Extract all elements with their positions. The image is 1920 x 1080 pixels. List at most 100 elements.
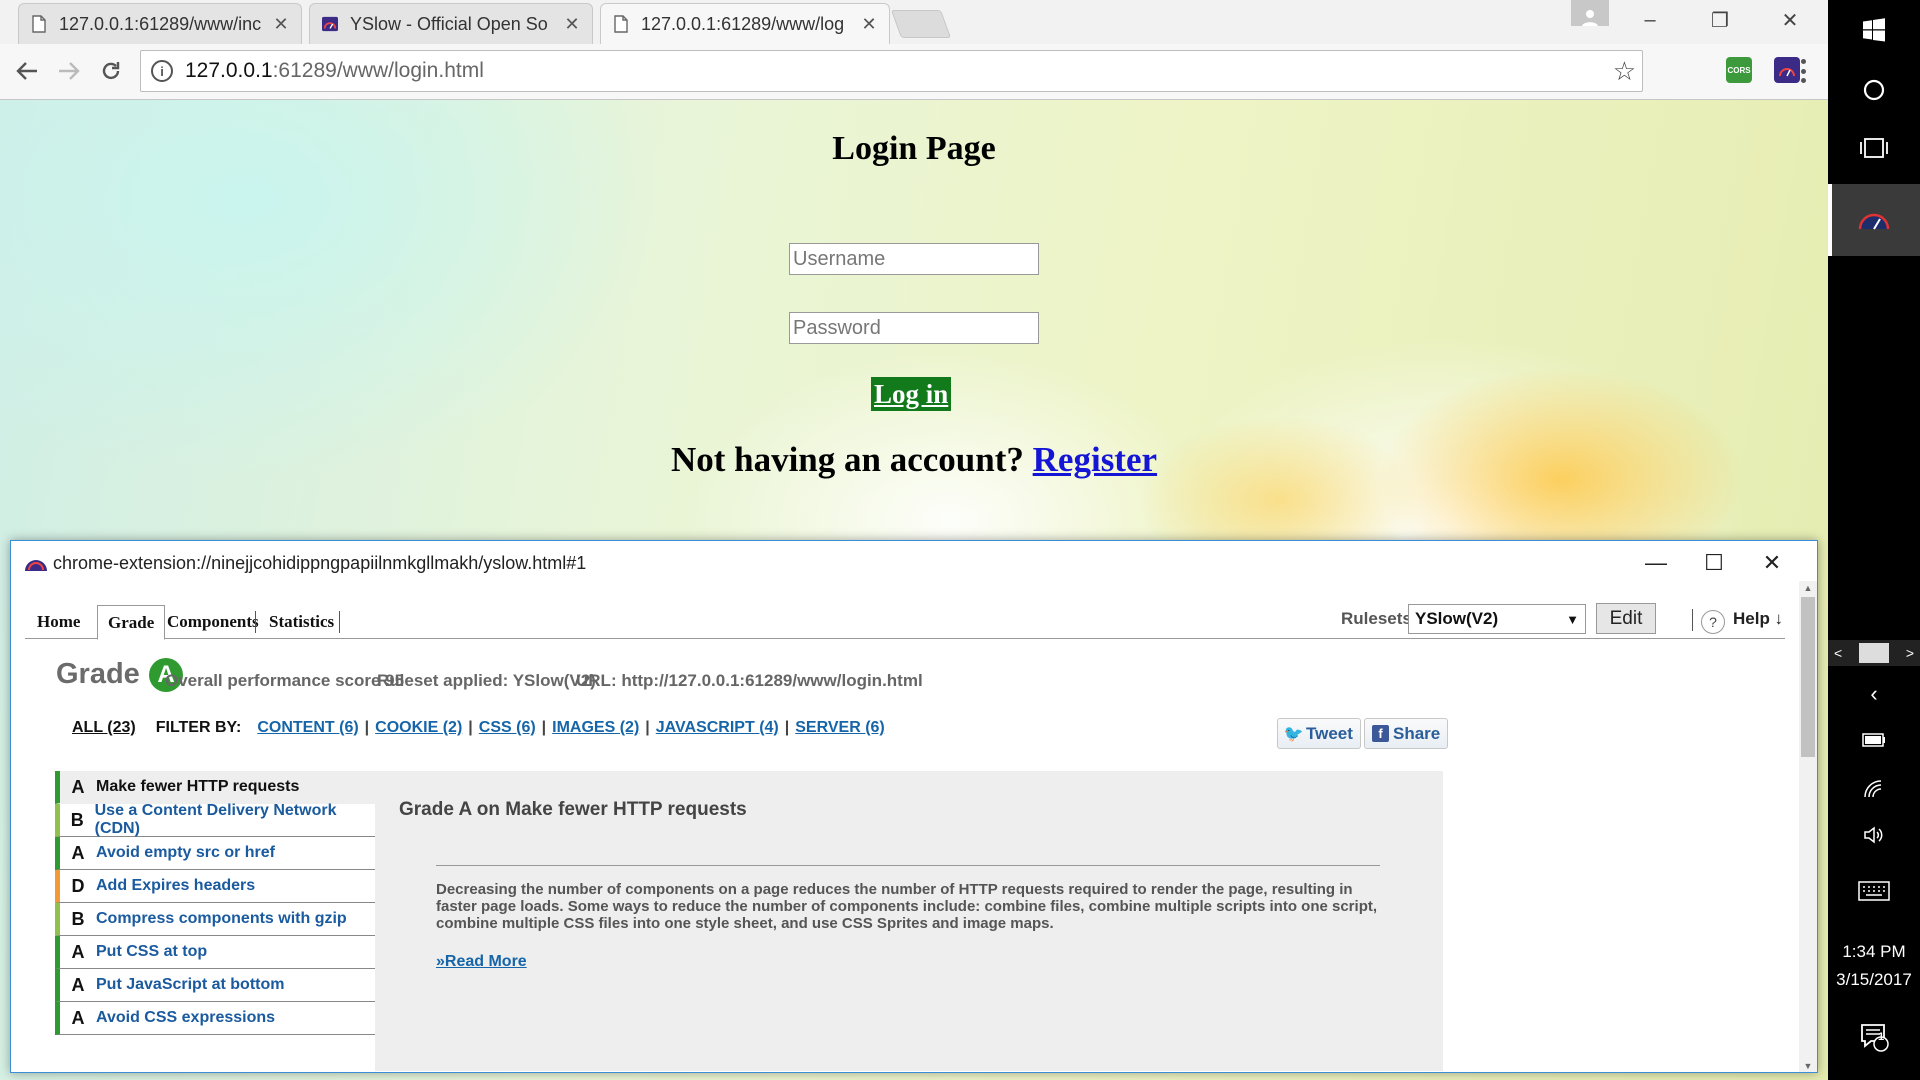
bookmark-star-icon[interactable]: ☆ [1613,56,1636,87]
scroll-down-icon[interactable]: ▼ [1799,1059,1817,1072]
page-url: URL: http://127.0.0.1:61289/www/login.ht… [576,671,923,690]
rule-grade: A [71,1007,85,1028]
yslow-icon [25,560,47,571]
browser-tab-yslow[interactable]: YSlow - Official Open So ✕ [309,3,593,44]
url-text: 127.0.0.1:61289/www/login.html [185,59,484,82]
forward-button[interactable] [54,56,84,86]
yslow-titlebar: chrome-extension://ninejjcohidippngpapii… [11,541,1817,585]
password-input[interactable] [789,312,1039,344]
tab-divider [339,611,340,633]
tab-home[interactable]: Home [27,605,90,639]
clock-time[interactable]: 1:34 PM [1828,942,1920,962]
facebook-icon: f [1372,725,1389,742]
vertical-scrollbar[interactable]: ▲ ▼ [1799,581,1817,1072]
restore-button[interactable]: ❐ [1690,0,1750,40]
tweet-button[interactable]: 🐦 Tweet [1277,718,1361,749]
windows-start-icon[interactable] [1828,12,1920,48]
chevron-left-icon[interactable]: < [1834,645,1842,661]
close-icon[interactable]: ✕ [564,14,580,35]
list-item[interactable]: A Avoid CSS expressions [55,1002,375,1035]
filter-cookie[interactable]: COOKIE (2) [375,719,462,737]
tab-statistics[interactable]: Statistics [259,605,344,639]
list-item[interactable]: A Put JavaScript at bottom [55,969,375,1002]
yslow-window: chrome-extension://ninejjcohidippngpapii… [10,540,1818,1073]
browser-chrome: 127.0.0.1:61289/www/inc ✕ YSlow - Offici… [0,0,1828,100]
profile-button[interactable] [1571,0,1609,26]
touch-keyboard-icon[interactable] [1828,878,1920,904]
rule-grade: A [71,941,85,962]
filter-bar: ALL (23) FILTER BY: CONTENT (6) | COOKIE … [72,719,885,737]
tab-title: 127.0.0.1:61289/www/inc [59,13,262,34]
browser-tab-index[interactable]: 127.0.0.1:61289/www/inc ✕ [18,3,302,44]
rules-list: A Make fewer HTTP requests B Use a Conte… [55,771,375,1035]
scroller-thumb[interactable] [1859,643,1889,663]
back-button[interactable] [12,56,42,86]
list-item[interactable]: A Avoid empty src or href [55,837,375,870]
list-item[interactable]: D Add Expires headers [55,870,375,903]
rule-grade: D [71,875,85,896]
filter-all[interactable]: ALL (23) [72,719,136,737]
register-link[interactable]: Register [1033,440,1157,479]
filter-images[interactable]: IMAGES (2) [552,719,639,737]
volume-icon[interactable] [1828,822,1920,848]
tab-components[interactable]: Components [157,605,269,639]
filter-css[interactable]: CSS (6) [479,719,536,737]
edit-button[interactable]: Edit [1596,603,1656,634]
tray-scroller[interactable]: < > [1828,640,1920,666]
browser-tab-login[interactable]: 127.0.0.1:61289/www/log ✕ [600,3,890,44]
wifi-icon[interactable] [1828,776,1920,802]
read-more-link[interactable]: »Read More [436,953,527,971]
task-view-icon[interactable] [1828,130,1920,166]
share-button[interactable]: f Share [1364,718,1449,749]
scrollbar-thumb[interactable] [1801,597,1815,757]
cors-extension-icon[interactable]: CORS [1726,57,1752,83]
list-item[interactable]: A Put CSS at top [55,936,375,969]
cortana-icon[interactable] [1828,72,1920,108]
menu-icon[interactable] [1797,56,1809,86]
ruleset-applied: Ruleset applied: YSlow(V2) [377,671,596,690]
filter-content[interactable]: CONTENT (6) [257,719,358,737]
notification-count: 1 [1878,1031,1885,1043]
rule-grade: A [71,974,85,995]
help-link[interactable]: Help ↓ [1733,609,1783,629]
list-item[interactable]: B Compress components with gzip [55,903,375,936]
tab-grade[interactable]: Grade [97,605,166,640]
yslow-icon [322,15,338,33]
rule-name: Avoid CSS expressions [96,1009,276,1026]
browser-toolbar: i 127.0.0.1:61289/www/login.html ☆ CORS [0,44,1828,100]
filter-by-label: FILTER BY: [155,719,242,736]
login-button[interactable]: Log in [871,377,952,411]
show-hidden-icons-icon[interactable]: ‹ [1828,680,1920,708]
close-window-button[interactable]: ✕ [1737,541,1807,585]
rule-detail-panel: Grade A on Make fewer HTTP requests Decr… [375,771,1443,1071]
tab-strip: 127.0.0.1:61289/www/inc ✕ YSlow - Offici… [0,0,1828,44]
rulesets-label: Rulesets [1341,609,1412,628]
username-input[interactable] [789,243,1039,275]
action-center-icon[interactable]: 1 [1828,1020,1920,1054]
arrow-right-icon [59,62,80,80]
scroll-up-icon[interactable]: ▲ [1799,581,1817,595]
rule-name: Use a Content Delivery Network (CDN) [94,802,337,837]
minimize-button[interactable]: – [1620,0,1680,40]
filter-server[interactable]: SERVER (6) [795,719,885,737]
close-icon[interactable]: ✕ [273,14,289,35]
close-icon[interactable]: ✕ [861,14,877,35]
grade-heading: Grade [56,658,140,690]
address-bar[interactable]: i 127.0.0.1:61289/www/login.html ☆ [140,50,1643,92]
help-icon[interactable]: ? [1701,610,1725,634]
close-window-button[interactable]: ✕ [1760,0,1820,40]
page-title: Login Page [832,130,996,167]
new-tab-button[interactable] [890,10,952,38]
rule-name: Put JavaScript at bottom [96,976,285,993]
filter-javascript[interactable]: JAVASCRIPT (4) [656,719,779,737]
info-icon[interactable]: i [151,60,173,82]
list-item[interactable]: A Make fewer HTTP requests [55,771,375,804]
page-icon [31,15,47,33]
rule-grade: A [71,842,85,863]
clock-date[interactable]: 3/15/2017 [1828,970,1920,990]
ruleset-select[interactable]: YSlow(V2) ▼ [1408,604,1586,634]
list-item[interactable]: B Use a Content Delivery Network (CDN) [55,802,375,837]
battery-icon[interactable] [1828,728,1920,752]
reload-button[interactable] [96,56,126,86]
chevron-right-icon[interactable]: > [1906,645,1914,661]
